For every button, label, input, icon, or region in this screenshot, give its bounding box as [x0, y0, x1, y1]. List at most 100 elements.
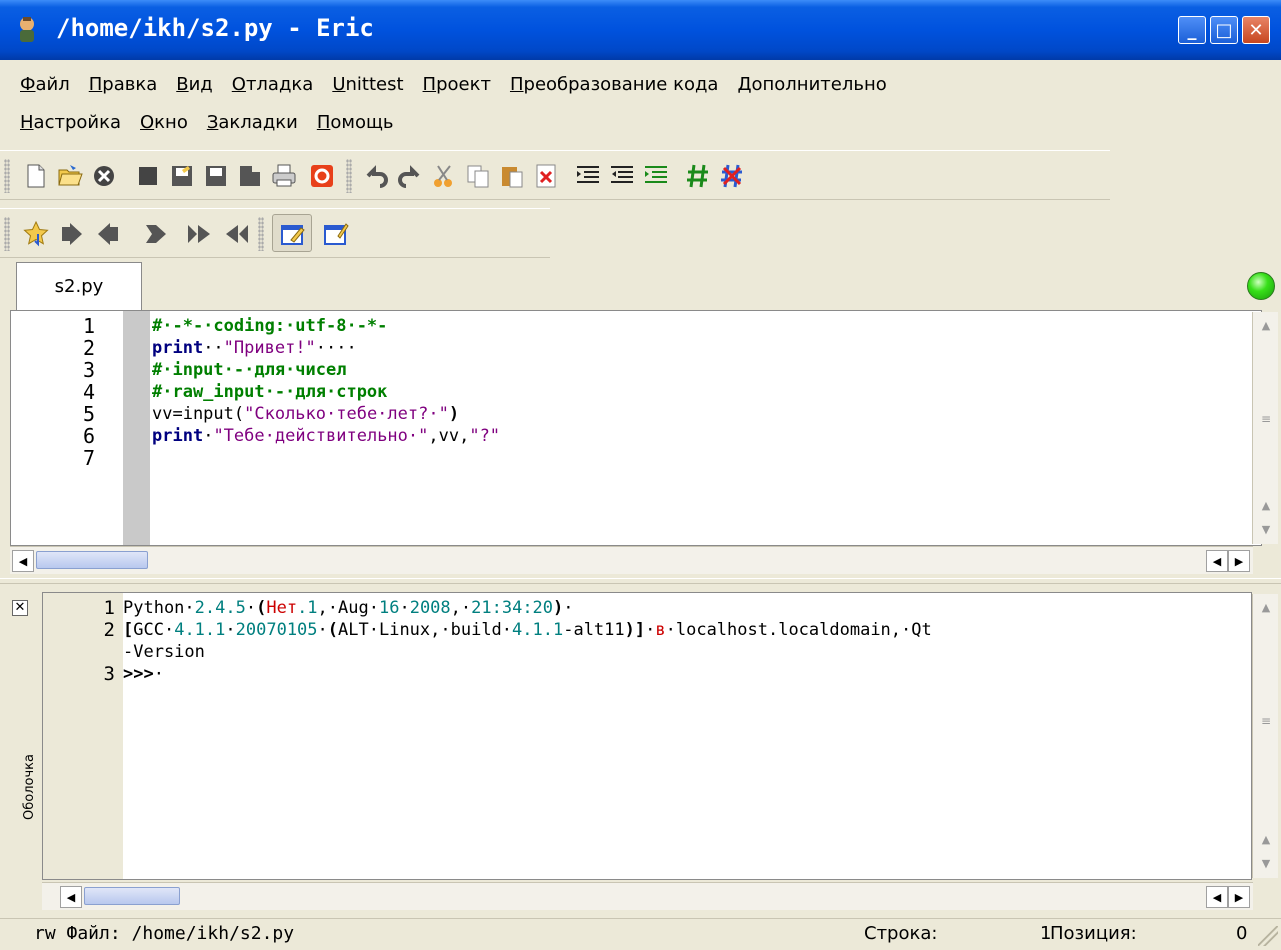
shell-vertical-scrollbar[interactable]: ▲ ≡ ▲ ▼ [1252, 594, 1278, 878]
toolbar-grip[interactable] [346, 159, 352, 193]
calltip-icon[interactable] [322, 220, 350, 248]
shell-horizontal-scrollbar[interactable]: ◀ ◀ ▶ [42, 882, 1253, 910]
maximize-button[interactable]: □ [1210, 16, 1238, 44]
close-button[interactable]: ✕ [1242, 16, 1270, 44]
open-file-icon[interactable] [56, 162, 84, 190]
fold-margin[interactable] [123, 311, 150, 545]
scroll-down-icon[interactable]: ▼ [1255, 852, 1277, 874]
comment-icon[interactable] [684, 162, 712, 190]
indent-icon[interactable] [574, 162, 602, 190]
shell-console[interactable]: 1 2 3 Python·2.4.5·(Нет.1,·Aug·16·2008,·… [42, 592, 1252, 880]
scroll-left-icon[interactable]: ◀ [60, 886, 82, 908]
shell-text: -alt11 [563, 620, 625, 640]
editor-vertical-scrollbar[interactable]: ▲ ≡ ▲ ▼ [1252, 312, 1278, 544]
scroll-left-icon[interactable]: ◀ [1206, 550, 1228, 572]
uncomment-icon[interactable] [718, 162, 746, 190]
clear-icon[interactable] [532, 162, 560, 190]
scroll-left-icon[interactable]: ◀ [12, 550, 34, 572]
scroll-thumb[interactable] [84, 887, 180, 905]
save-as-icon[interactable] [202, 162, 230, 190]
smart-indent-icon[interactable] [642, 162, 670, 190]
pane-splitter[interactable] [0, 578, 1281, 584]
line-number-gutter: 1 2 3 4 5 6 7 [11, 311, 119, 545]
menu-project[interactable]: Проект [423, 74, 491, 95]
identifier: ,vv, [428, 426, 470, 446]
scroll-up-icon[interactable]: ▲ [1255, 314, 1277, 336]
scroll-up-icon[interactable]: ▲ [1255, 596, 1277, 618]
close-all-icon[interactable] [134, 162, 162, 190]
shell-number: 21:34:20 [471, 598, 554, 618]
menu-help[interactable]: Помощь [317, 112, 394, 133]
menu-unittest[interactable]: Unittest [332, 74, 403, 95]
shell-keyword: в [655, 620, 666, 640]
shell-side-tab[interactable]: Оболочка [22, 716, 42, 826]
toolbar-grip[interactable] [4, 159, 10, 193]
shell-line-1: Python·2.4.5·(Нет.1,·Aug·16·2008,·21:34:… [123, 597, 574, 619]
keyword: print [152, 426, 204, 446]
goto-prev-icon[interactable] [222, 220, 250, 248]
print-preview-icon[interactable] [308, 162, 336, 190]
scroll-right-icon[interactable]: ▶ [1228, 550, 1250, 572]
maximize-icon: □ [1215, 19, 1233, 41]
editor-horizontal-scrollbar[interactable]: ◀ ◀ ▶ [10, 546, 1253, 574]
scroll-grip-icon[interactable]: ≡ [1261, 714, 1271, 728]
scroll-grip-icon[interactable]: ≡ [1261, 412, 1271, 426]
keyword: print [152, 338, 204, 358]
menu-bookmarks[interactable]: Закладки [207, 112, 298, 133]
redo-icon[interactable] [396, 162, 424, 190]
menu-settings[interactable]: Настройка [20, 112, 121, 133]
comment: #·-*-·coding:·utf-8·-*- [152, 316, 388, 336]
tab-s2-py[interactable]: s2.py [16, 262, 142, 310]
minimize-icon: _ [1187, 19, 1197, 41]
minimize-button[interactable]: _ [1178, 16, 1206, 44]
paste-icon[interactable] [498, 162, 526, 190]
close-file-icon[interactable] [90, 162, 118, 190]
line-number: 1 [82, 314, 95, 338]
menu-debug[interactable]: Отладка [232, 74, 314, 95]
code-editor[interactable]: 1 2 3 4 5 6 7 #·-*-·coding:·utf-8·-*- pr… [10, 310, 1262, 546]
new-file-icon[interactable] [22, 162, 50, 190]
bookmark-next-icon[interactable] [58, 220, 86, 248]
resize-grip-icon[interactable] [1258, 926, 1278, 946]
scroll-left-icon[interactable]: ◀ [1206, 886, 1228, 908]
autocomplete-button[interactable] [272, 214, 312, 252]
goto-next-icon[interactable] [186, 220, 214, 248]
save-icon[interactable] [168, 162, 196, 190]
bookmark-clear-icon[interactable] [142, 220, 170, 248]
menu-edit[interactable]: Правка [89, 74, 158, 95]
scroll-down-icon[interactable]: ▼ [1255, 518, 1277, 540]
code-line-1: #·-*-·coding:·utf-8·-*- [152, 315, 387, 337]
scroll-right-icon[interactable]: ▶ [1228, 886, 1250, 908]
eric-app-icon[interactable] [12, 14, 42, 44]
identifier: vv=input( [152, 404, 245, 424]
save-all-icon[interactable] [236, 162, 264, 190]
menu-refactoring[interactable]: Преобразование кода [510, 74, 718, 95]
menu-view[interactable]: Вид [176, 74, 213, 95]
menu-file[interactable]: Файл [20, 74, 70, 95]
shell-number: .1 [297, 598, 318, 618]
menu-extras[interactable]: Дополнительно [737, 74, 886, 95]
shell-close-icon[interactable]: ✕ [12, 600, 28, 616]
shell-number: 16 [378, 598, 400, 618]
bookmark-prev-icon[interactable] [94, 220, 122, 248]
editor-tab-bar: s2.py [0, 262, 1281, 310]
shell-line-number: 2 [103, 619, 115, 641]
title-bar[interactable]: /home/ikh/s2.py - Eric _ □ ✕ [0, 0, 1281, 60]
toolbar-grip[interactable] [258, 217, 264, 251]
copy-icon[interactable] [464, 162, 492, 190]
bookmark-toggle-icon[interactable] [22, 220, 50, 248]
cut-icon[interactable] [430, 162, 458, 190]
scroll-thumb[interactable] [36, 551, 148, 569]
unindent-icon[interactable] [608, 162, 636, 190]
scroll-up-icon[interactable]: ▲ [1255, 494, 1277, 516]
comment: #·raw_input·-·для·строк [152, 382, 388, 402]
print-icon[interactable] [270, 162, 298, 190]
menu-window[interactable]: Окно [140, 112, 188, 133]
bookmark-toolbar [0, 208, 550, 258]
shell-line-2-wrap: -Version [123, 641, 205, 663]
undo-icon[interactable] [362, 162, 390, 190]
shell-text: · [245, 598, 257, 618]
scroll-up-icon[interactable]: ▲ [1255, 828, 1277, 850]
shell-text: -Version [123, 642, 205, 662]
toolbar-grip[interactable] [4, 217, 10, 251]
